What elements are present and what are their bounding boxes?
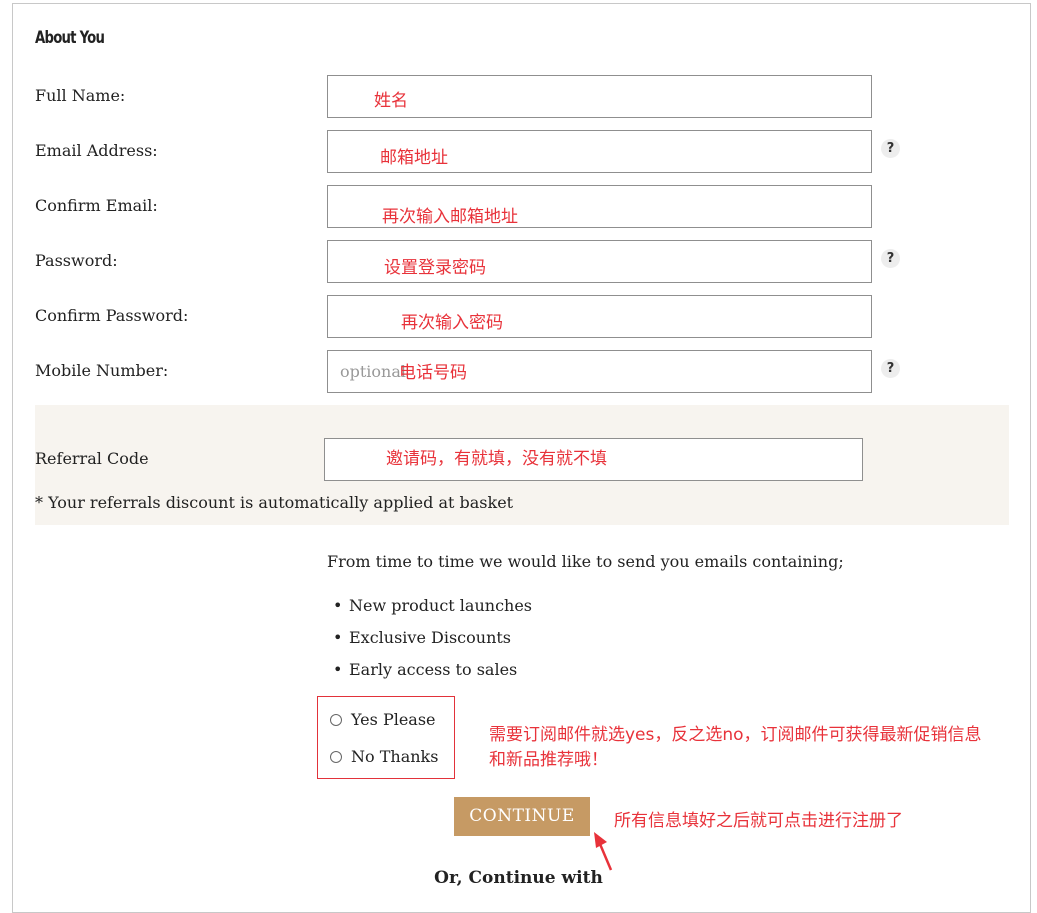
or-continue-with: Or, Continue with: [434, 868, 603, 888]
bullet-item: • Early access to sales: [333, 660, 518, 679]
email-help-icon[interactable]: ?: [881, 139, 900, 158]
referral-annotation: 邀请码，有就填，没有就不填: [386, 449, 607, 469]
continue-annotation: 所有信息填好之后就可点击进行注册了: [614, 811, 903, 831]
password-annotation: 设置登录密码: [384, 258, 486, 278]
email-label: Email Address:: [35, 141, 158, 160]
confirm-email-label: Confirm Email:: [35, 196, 158, 215]
subscription-annotation-line1: 需要订阅邮件就选yes，反之选no，订阅邮件可获得最新促销信息: [489, 725, 982, 745]
no-thanks-option[interactable]: No Thanks: [330, 747, 438, 766]
full-name-input[interactable]: [327, 75, 872, 118]
referral-label: Referral Code: [35, 449, 149, 468]
full-name-label: Full Name:: [35, 86, 126, 105]
password-help-icon[interactable]: ?: [881, 249, 900, 268]
section-title: About You: [35, 28, 105, 48]
subscription-annotation-line2: 和新品推荐哦！: [489, 750, 608, 770]
continue-button[interactable]: CONTINUE: [454, 797, 590, 836]
email-annotation: 邮箱地址: [380, 148, 448, 168]
radio-yes[interactable]: [330, 713, 342, 726]
password-label: Password:: [35, 251, 118, 270]
mobile-label: Mobile Number:: [35, 361, 169, 380]
confirm-email-annotation: 再次输入邮箱地址: [382, 207, 518, 227]
subscription-radio-group: Yes Please No Thanks: [317, 696, 455, 779]
mobile-help-icon[interactable]: ?: [881, 359, 900, 378]
yes-please-option[interactable]: Yes Please: [330, 710, 436, 729]
no-thanks-label: No Thanks: [351, 747, 439, 766]
confirm-password-label: Confirm Password:: [35, 306, 189, 325]
radio-no[interactable]: [330, 750, 342, 763]
marketing-intro: From time to time we would like to send …: [327, 552, 844, 571]
mobile-annotation: 电话号码: [399, 363, 467, 383]
bullet-item: • Exclusive Discounts: [333, 628, 512, 647]
full-name-annotation: 姓名: [374, 91, 408, 111]
mobile-placeholder: optional: [340, 362, 407, 381]
referral-note: * Your referrals discount is automatical…: [35, 493, 514, 512]
yes-please-label: Yes Please: [351, 710, 436, 729]
confirm-password-annotation: 再次输入密码: [401, 313, 503, 333]
bullet-item: • New product launches: [333, 596, 533, 615]
